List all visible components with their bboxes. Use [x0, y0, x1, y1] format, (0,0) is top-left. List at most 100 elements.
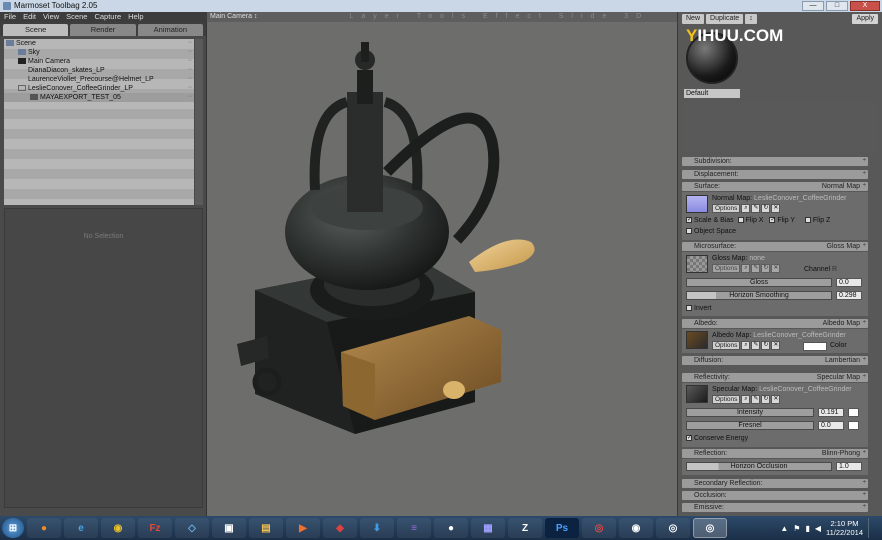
lock-icon[interactable]: ◦◦ — [188, 48, 192, 57]
network-icon[interactable]: ▮ — [805, 524, 809, 533]
tree-item-sky[interactable]: Sky ◦◦ — [4, 48, 194, 57]
close-button[interactable]: X — [850, 1, 880, 11]
section-reflection[interactable]: Reflection: Blinn-Phong ÷ — [682, 449, 868, 458]
app-icon[interactable]: ◎ — [656, 518, 690, 538]
material-name[interactable]: Default — [684, 89, 740, 98]
zbrush-icon[interactable]: Z — [508, 518, 542, 538]
app-icon[interactable]: ● — [434, 518, 468, 538]
tree-item-skates[interactable]: DianaDiacon_skates_LP ◦◦ — [4, 66, 194, 75]
filezilla-icon[interactable]: Fz — [138, 518, 172, 538]
horizon-smoothing-slider[interactable]: Horizon Smoothing — [686, 291, 832, 300]
marmoset-toolbag-icon[interactable]: ◎ — [693, 518, 727, 538]
specular-map-thumbnail[interactable] — [686, 385, 708, 403]
fresnel-value[interactable]: 0.0 — [818, 421, 844, 430]
pencil-icon[interactable]: ✎ — [751, 395, 761, 404]
conserve-energy-checkbox[interactable]: ✓ — [686, 435, 692, 442]
lock-icon[interactable]: ◦◦ — [188, 75, 192, 84]
tab-animation[interactable]: Animation — [137, 24, 203, 36]
section-microsurface[interactable]: Microsurface: Gloss Map ÷ — [682, 242, 868, 251]
close-icon[interactable]: ✕ — [771, 204, 781, 213]
lock-icon[interactable]: ◦◦ — [188, 57, 192, 66]
chrome-icon[interactable]: ◉ — [101, 518, 135, 538]
options-button[interactable]: Options — [712, 204, 741, 213]
section-subdivision[interactable]: Subdivision: ÷ — [682, 157, 868, 166]
lock-icon[interactable]: ◦◦ — [188, 93, 192, 102]
flip-x-checkbox[interactable] — [737, 217, 744, 224]
options-button[interactable]: Options — [712, 341, 741, 350]
albedo-color-swatch[interactable] — [803, 342, 827, 351]
gloss-map-thumbnail[interactable] — [686, 255, 708, 273]
gloss-value[interactable]: 0.0 — [836, 278, 862, 287]
section-diffusion[interactable]: Diffusion: Lambertian ÷ — [682, 356, 868, 365]
new-button[interactable]: New — [682, 14, 705, 24]
pencil-icon[interactable]: ✎ — [751, 204, 761, 213]
options-button[interactable]: Options — [712, 395, 741, 404]
refresh-icon[interactable]: ↻ — [761, 395, 771, 404]
search-icon[interactable]: ⌕ — [741, 204, 751, 213]
normal-map-thumbnail[interactable] — [686, 195, 708, 213]
close-icon[interactable]: ✕ — [771, 264, 781, 273]
section-surface[interactable]: Surface: Normal Map ÷ — [682, 182, 868, 191]
menu-help[interactable]: Help — [128, 12, 143, 22]
section-displacement[interactable]: Displacement: ÷ — [682, 170, 868, 179]
intensity-color-swatch[interactable] — [848, 408, 859, 417]
flip-z-checkbox[interactable] — [804, 217, 811, 224]
object-space-checkbox[interactable] — [686, 228, 692, 235]
horizon-occlusion-value[interactable]: 1.0 — [836, 462, 862, 471]
refresh-icon[interactable]: ↻ — [761, 341, 771, 350]
close-icon[interactable]: ✕ — [771, 341, 781, 350]
show-hidden-icons-icon[interactable]: ▲ — [780, 524, 788, 533]
search-icon[interactable]: ⌕ — [741, 395, 751, 404]
options-button[interactable]: Options — [712, 264, 741, 273]
section-albedo[interactable]: Albedo: Albedo Map ÷ — [682, 319, 868, 328]
fresnel-color-swatch[interactable] — [848, 421, 859, 430]
maximize-button[interactable]: □ — [826, 1, 848, 11]
viewport-3d[interactable] — [207, 22, 677, 516]
app-icon[interactable]: ▣ — [212, 518, 246, 538]
firefox-icon[interactable]: ● — [27, 518, 61, 538]
scale-bias-checkbox[interactable]: ✓ — [686, 217, 692, 224]
dropbox-icon[interactable]: ⬇ — [360, 518, 394, 538]
app-icon[interactable]: ▦ — [471, 518, 505, 538]
app-icon[interactable]: ◎ — [582, 518, 616, 538]
apply-button[interactable]: Apply — [852, 14, 878, 24]
intensity-value[interactable]: 0.191 — [818, 408, 844, 417]
menu-file[interactable]: File — [4, 12, 16, 22]
explorer-folder-icon[interactable]: ▤ — [249, 518, 283, 538]
search-icon[interactable]: ⌕ — [741, 264, 751, 273]
start-button[interactable]: ⊞ — [2, 518, 24, 538]
minimize-button[interactable]: — — [802, 1, 824, 11]
albedo-map-thumbnail[interactable] — [686, 331, 708, 349]
menu-capture[interactable]: Capture — [94, 12, 121, 22]
search-icon[interactable]: ⌕ — [741, 341, 751, 350]
media-player-icon[interactable]: ▶ — [286, 518, 320, 538]
section-occlusion[interactable]: Occlusion: ÷ — [682, 491, 868, 500]
menu-edit[interactable]: Edit — [23, 12, 36, 22]
duplicate-button[interactable]: Duplicate — [706, 14, 744, 24]
channel-select[interactable]: R — [832, 266, 837, 273]
gloss-slider[interactable]: Gloss — [686, 278, 832, 287]
expand-icon[interactable] — [18, 85, 26, 92]
material-menu-button[interactable]: ↕ — [745, 14, 757, 24]
intensity-slider[interactable]: Intensity — [686, 408, 814, 417]
refresh-icon[interactable]: ↻ — [761, 204, 771, 213]
menu-scene[interactable]: Scene — [66, 12, 87, 22]
app-icon[interactable]: ◆ — [323, 518, 357, 538]
invert-checkbox[interactable] — [686, 305, 692, 312]
pencil-icon[interactable]: ✎ — [751, 341, 761, 350]
lock-icon[interactable]: ◦◦ — [188, 66, 192, 75]
pencil-icon[interactable]: ✎ — [751, 264, 761, 273]
section-emissive[interactable]: Emissive: ÷ — [682, 503, 868, 512]
tree-item-helmet[interactable]: LaurenceViollet_Precourse@Helmet_LP ◦◦ — [4, 75, 194, 84]
scene-scrollbar[interactable] — [195, 39, 203, 205]
tree-item-main-camera[interactable]: Main Camera ◦◦ — [4, 57, 194, 66]
fresnel-slider[interactable]: Fresnel — [686, 421, 814, 430]
tab-scene[interactable]: Scene — [3, 24, 69, 36]
clock[interactable]: 2:10 PM 11/22/2014 — [826, 519, 863, 537]
app-icon[interactable]: ≡ — [397, 518, 431, 538]
tab-render[interactable]: Render — [70, 24, 136, 36]
lock-icon[interactable]: ◦◦ — [188, 84, 192, 93]
tree-item-maya-export[interactable]: MAYAEXPORT_TEST_05 ◦◦ — [4, 93, 194, 102]
app-icon[interactable]: ◉ — [619, 518, 653, 538]
tree-item-coffee-grinder[interactable]: LeslieConover_CoffeeGrinder_LP ◦◦ — [4, 84, 194, 93]
